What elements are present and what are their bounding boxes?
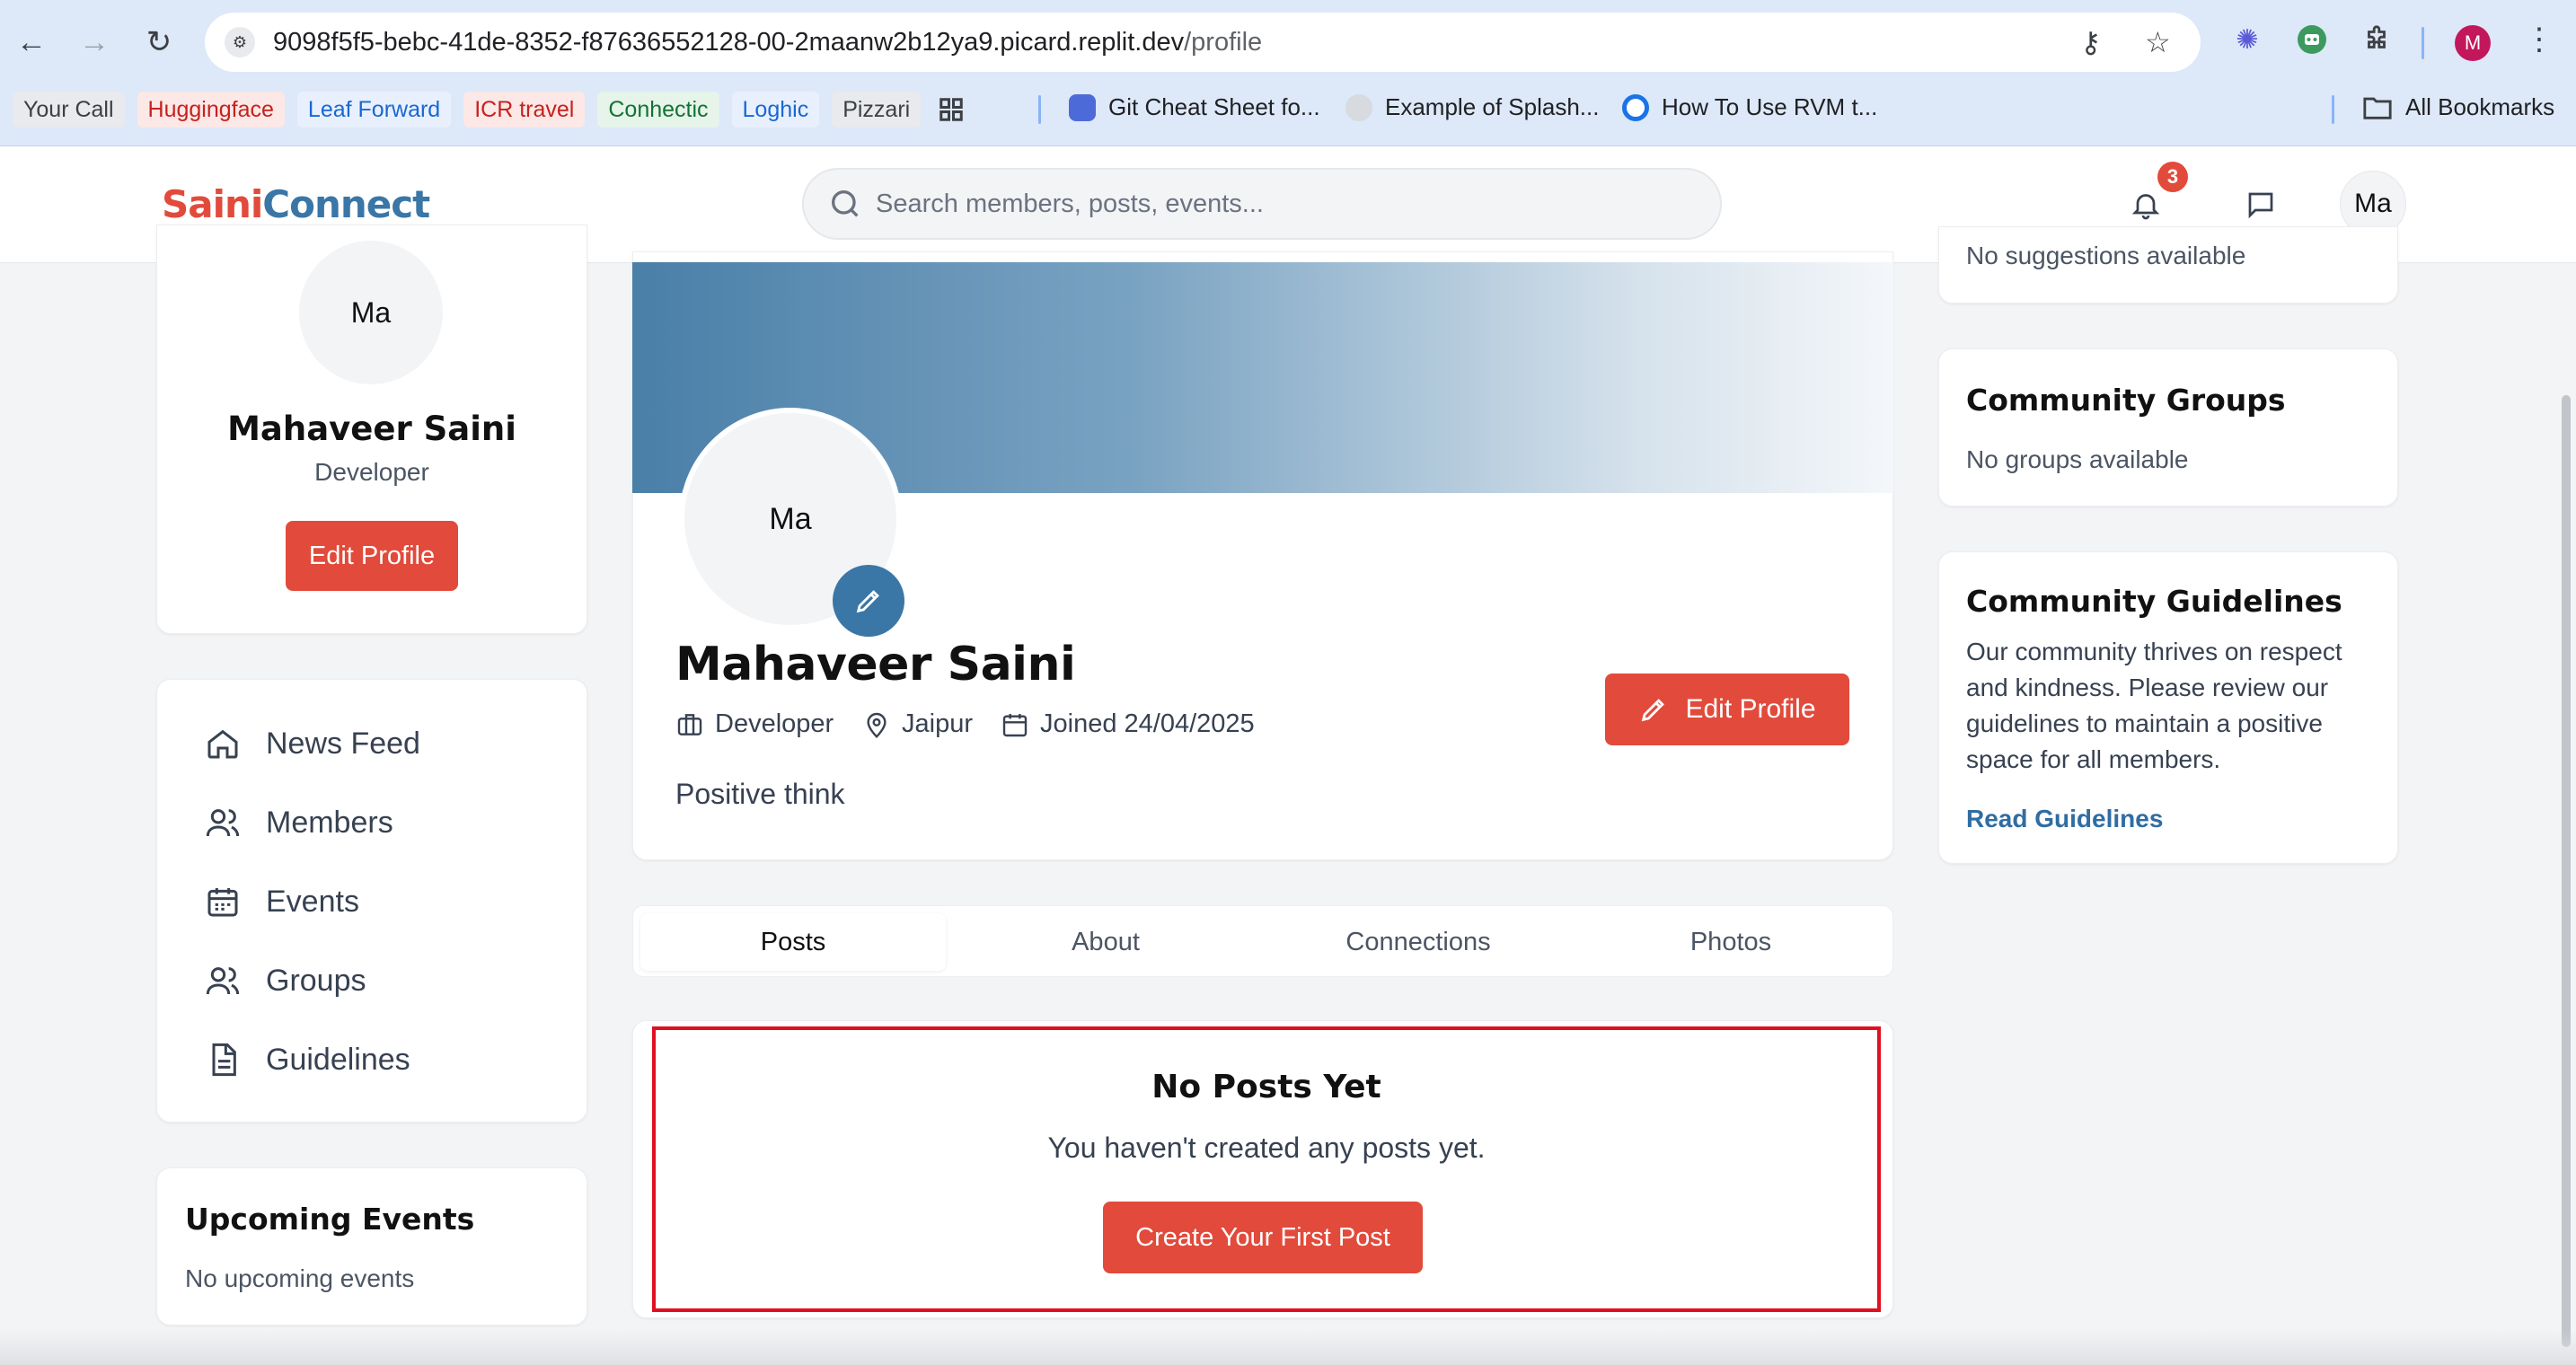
users-icon [206,809,240,837]
profile-location-text: Jaipur [902,709,973,738]
bookmark-your-call[interactable]: Your Call [13,92,125,128]
page-scrollbar[interactable] [2562,395,2571,1347]
upcoming-events-card [156,1167,587,1325]
community-guidelines-title: Community Guidelines [1966,584,2342,619]
extensions-puzzle-icon[interactable] [2359,22,2395,57]
app-logo[interactable]: SainiConnect [162,182,430,226]
bookmark-rvm[interactable]: How To Use RVM t... [1622,93,1877,121]
forward-icon[interactable]: → [72,20,117,65]
cloud-icon [1069,93,1096,121]
calendar-icon [1002,713,1028,736]
tab-photos[interactable]: Photos [1578,913,1883,971]
bookmarks-bar: Your Call Huggingface Leaf Forward ICR t… [13,90,969,129]
digitalocean-icon [1622,93,1649,121]
profile-edit-button[interactable]: Edit Profile [1605,674,1849,745]
upcoming-events-empty: No upcoming events [185,1264,415,1292]
bookmark-pizzari[interactable]: Pizzari [832,92,922,128]
community-groups-empty: No groups available [1966,445,2189,473]
read-guidelines-link[interactable]: Read Guidelines [1966,805,2163,833]
left-profile-avatar[interactable]: Ma [299,241,443,384]
menu-item-guidelines[interactable]: Guidelines [205,1033,410,1087]
document-icon [212,1043,236,1077]
menu-label: Guidelines [266,1042,410,1077]
password-key-icon[interactable]: ⚷ [2080,25,2101,59]
left-profile-name: Mahaveer Saini [227,410,516,448]
home-icon [207,729,238,759]
menu-label: Members [266,805,393,840]
folder-icon [2363,97,2392,119]
browser-profile-avatar[interactable]: M [2455,25,2491,61]
search-icon [832,190,859,217]
briefcase-icon [677,713,702,735]
profile-edit-label: Edit Profile [1685,694,1816,724]
upcoming-events-title: Upcoming Events [185,1202,475,1237]
profile-joined: Joined 24/04/2025 [1001,709,1255,739]
calendar-icon [207,888,238,917]
map-pin-icon [867,712,887,738]
profile-role-text: Developer [715,709,834,738]
profile-name: Mahaveer Saini [675,638,1076,691]
pencil-icon [1642,699,1665,722]
back-icon[interactable]: ← [9,20,54,65]
address-bar[interactable]: ⚙ 9098f5f5-bebc-41de-8352-f87636552128-0… [205,13,2201,72]
extension-robot-icon[interactable] [2294,22,2330,57]
profile-bio: Positive think [675,778,845,810]
extension-snowflake-icon[interactable]: ✺ [2229,22,2265,57]
no-posts-title: No Posts Yet [1151,1069,1381,1105]
bottom-shadow [0,1329,2576,1365]
bookmark-icr-travel[interactable]: ICR travel [463,92,586,128]
profile-joined-text: Joined 24/04/2025 [1040,709,1255,738]
no-posts-subtitle: You haven't created any posts yet. [1047,1132,1486,1164]
profile-tabs: Posts About Connections Photos [632,905,1893,977]
bookmarks-divider [1038,95,1041,124]
bookmark-star-icon[interactable]: ☆ [2145,25,2171,59]
left-profile-role: Developer [314,458,429,486]
tab-about[interactable]: About [953,913,1258,971]
search-input[interactable] [876,170,1684,238]
bookmark-loghic[interactable]: Loghic [731,92,820,128]
messages-icon[interactable] [2238,182,2283,227]
suggestions-empty: No suggestions available [1966,242,2246,269]
tab-connections[interactable]: Connections [1266,913,1571,971]
pencil-icon [856,590,879,613]
apps-grid-icon[interactable] [933,92,969,128]
search-bar [802,168,1722,240]
create-first-post-button[interactable]: Create Your First Post [1103,1202,1423,1273]
site-info-icon[interactable]: ⚙ [225,27,255,57]
browser-menu-icon[interactable]: ⋮ [2524,22,2554,57]
community-groups-card [1938,348,2398,506]
profile-location: Jaipur [862,709,973,739]
community-groups-title: Community Groups [1966,383,2286,418]
edit-avatar-button[interactable] [833,565,904,637]
menu-label: News Feed [266,726,420,761]
notification-badge: 3 [2157,162,2188,192]
bookmark-git-cheat-sheet[interactable]: Git Cheat Sheet fo... [1069,93,1320,121]
toolbar-divider [2422,27,2424,59]
tab-posts[interactable]: Posts [640,913,946,971]
all-bookmarks[interactable]: All Bookmarks [2362,93,2554,121]
menu-item-groups[interactable]: Groups [205,954,366,1008]
bookmark-example-splash[interactable]: Example of Splash... [1345,93,1599,121]
bookmark-conhectic[interactable]: Conhectic [597,92,719,128]
menu-label: Groups [266,963,366,998]
profile-role: Developer [675,709,834,739]
url-text[interactable]: 9098f5f5-bebc-41de-8352-f87636552128-00-… [273,28,1262,57]
menu-item-events[interactable]: Events [205,875,359,929]
menu-item-news-feed[interactable]: News Feed [205,717,420,771]
bookmark-huggingface[interactable]: Huggingface [137,92,285,128]
groups-icon [206,967,240,995]
bookmarks-divider-right [2332,95,2334,124]
bookmark-leaf-forward[interactable]: Leaf Forward [296,92,452,128]
notifications-bell-icon[interactable] [2123,182,2168,227]
react-icon [1345,93,1372,121]
community-guidelines-text: Our community thrives on respect and kin… [1966,638,2342,773]
left-edit-profile-button[interactable]: Edit Profile [286,521,458,591]
suggestions-card: No suggestions available [1938,226,2398,304]
menu-label: Events [266,884,359,919]
menu-item-members[interactable]: Members [205,796,393,850]
reload-icon[interactable]: ↻ [137,20,181,65]
